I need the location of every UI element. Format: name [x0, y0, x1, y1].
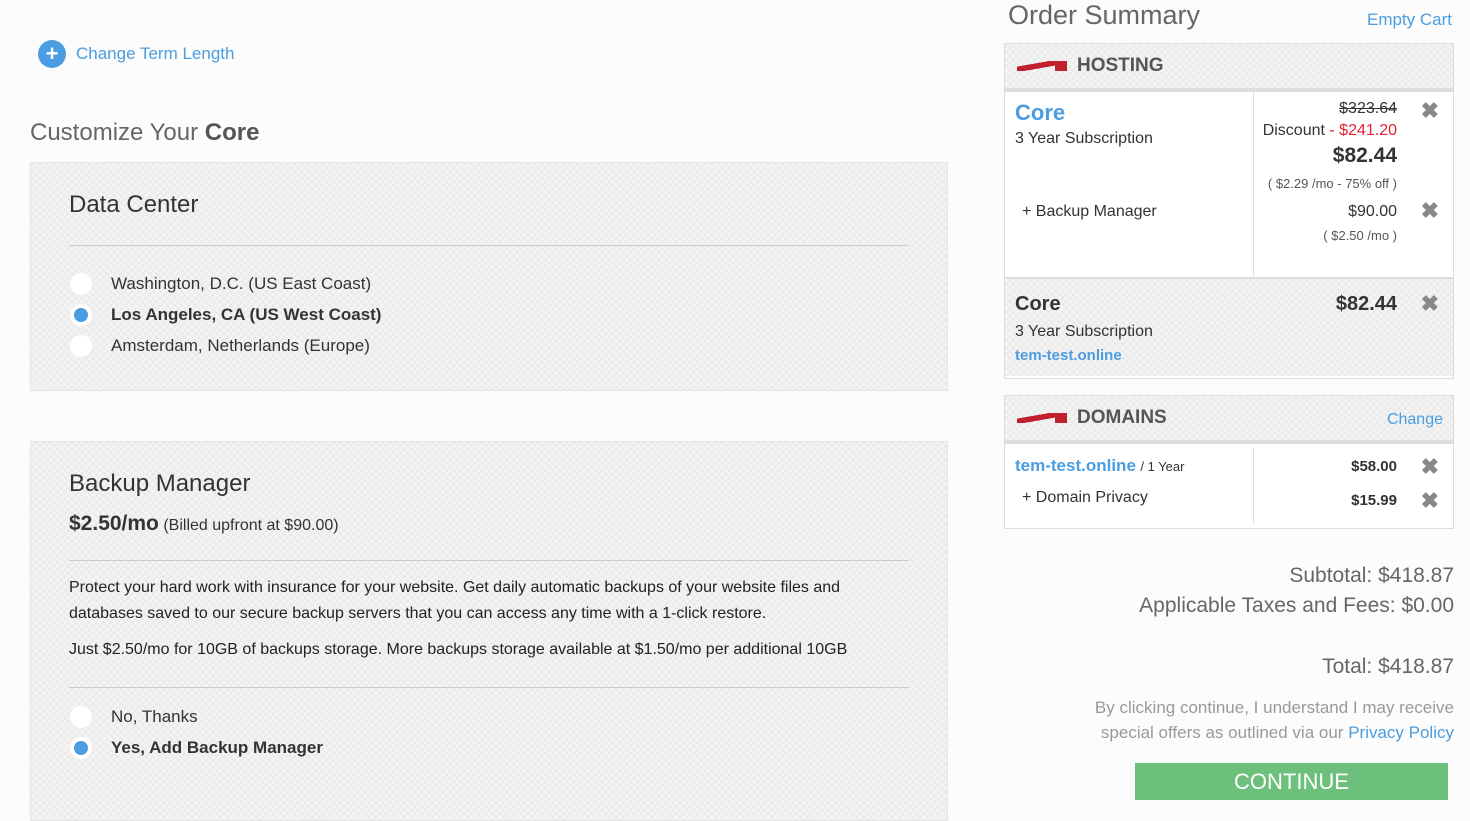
radio-add-backup[interactable]: Yes, Add Backup Manager: [69, 732, 947, 763]
radio-icon[interactable]: [69, 333, 93, 358]
hosting-collapsed-item: Core 3 Year Subscription tem-test.online…: [1005, 277, 1453, 376]
change-domain-link[interactable]: Change: [1387, 411, 1443, 429]
brand-logo-icon: [1017, 61, 1067, 71]
divider: [69, 560, 909, 561]
collapsed-price: $82.44: [1335, 293, 1397, 315]
hosting-item: Core 3 Year Subscription $323.64 Discoun…: [1005, 92, 1453, 277]
remove-domain-icon[interactable]: ✖: [1421, 454, 1439, 480]
domain-privacy: + Domain Privacy: [1022, 489, 1148, 506]
domain-item: tem-test.online / 1 Year $58.00 ✖ + Doma…: [1005, 444, 1453, 524]
backup-storage-info: Just $2.50/mo for 10GB of backups storag…: [69, 641, 848, 658]
hosting-term: 3 Year Subscription: [1015, 130, 1153, 147]
page-title: Customize Your Core: [30, 119, 260, 146]
backup-price: $2.50/mo (Billed upfront at $90.00): [69, 512, 339, 535]
original-price: $323.64: [1339, 100, 1397, 117]
addon-backup-manager: + Backup Manager: [1022, 203, 1157, 220]
radio-selected-icon[interactable]: [69, 735, 93, 760]
addon-price: $90.00: [1348, 203, 1397, 220]
data-center-panel: Data Center Washington, D.C. (US East Co…: [30, 162, 948, 391]
domain-privacy-price: $15.99: [1351, 492, 1397, 509]
hosting-box: HOSTING Core 3 Year Subscription $323.64…: [1004, 43, 1454, 379]
hosting-product-link[interactable]: Core: [1015, 100, 1065, 126]
hosting-price: $82.44: [1332, 144, 1397, 167]
radio-selected-icon[interactable]: [69, 302, 93, 327]
radio-icon[interactable]: [69, 704, 93, 729]
backup-description: Protect your hard work with insurance fo…: [69, 579, 841, 622]
domains-header: DOMAINS Change: [1005, 396, 1453, 444]
radio-label: Los Angeles, CA (US West Coast): [111, 304, 382, 324]
data-center-title: Data Center: [69, 191, 199, 218]
radio-label: Yes, Add Backup Manager: [111, 737, 323, 757]
collapsed-term: 3 Year Subscription: [1015, 323, 1153, 340]
hosting-header: HOSTING: [1005, 44, 1453, 92]
subtotal: Subtotal: $418.87: [1289, 564, 1454, 587]
radio-label: Washington, D.C. (US East Coast): [111, 273, 372, 293]
collapsed-domain-link[interactable]: tem-test.online: [1015, 347, 1122, 364]
total: Total: $418.87: [1322, 655, 1454, 678]
radio-icon[interactable]: [69, 271, 93, 296]
divider: [69, 687, 909, 688]
divider: [69, 245, 909, 246]
radio-label: No, Thanks: [111, 706, 198, 726]
brand-logo-icon: [1017, 413, 1067, 423]
privacy-policy-link[interactable]: Privacy Policy: [1348, 723, 1454, 742]
domain-price: $58.00: [1351, 458, 1397, 475]
taxes: Applicable Taxes and Fees: $0.00: [1139, 594, 1454, 617]
order-summary-title: Order Summary: [1008, 0, 1201, 30]
change-term-length-link[interactable]: + Change Term Length: [38, 40, 234, 68]
hosting-monthly: ( $2.29 /mo - 75% off ): [1267, 176, 1397, 191]
collapsed-name: Core: [1015, 293, 1061, 315]
radio-los-angeles[interactable]: Los Angeles, CA (US West Coast): [69, 299, 947, 330]
radio-amsterdam[interactable]: Amsterdam, Netherlands (Europe): [69, 330, 947, 361]
remove-collapsed-icon[interactable]: ✖: [1421, 291, 1439, 317]
backup-manager-panel: Backup Manager $2.50/mo (Billed upfront …: [30, 441, 948, 821]
radio-washington[interactable]: Washington, D.C. (US East Coast): [69, 268, 947, 299]
disclaimer: By clicking continue, I understand I may…: [1094, 698, 1454, 742]
radio-label: Amsterdam, Netherlands (Europe): [111, 335, 370, 355]
backup-title: Backup Manager: [69, 470, 251, 497]
discount: Discount - $241.20: [1262, 122, 1397, 139]
gear-plus-icon: +: [38, 40, 66, 68]
radio-no-thanks[interactable]: No, Thanks: [69, 701, 947, 732]
continue-button[interactable]: CONTINUE: [1135, 763, 1448, 800]
remove-addon-icon[interactable]: ✖: [1421, 198, 1439, 224]
empty-cart-link[interactable]: Empty Cart: [1367, 10, 1452, 30]
domain-name[interactable]: tem-test.online / 1 Year: [1015, 456, 1184, 476]
remove-privacy-icon[interactable]: ✖: [1421, 488, 1439, 514]
addon-monthly: ( $2.50 /mo ): [1323, 228, 1397, 243]
domains-box: DOMAINS Change tem-test.online / 1 Year …: [1004, 395, 1454, 529]
remove-hosting-icon[interactable]: ✖: [1421, 98, 1439, 124]
